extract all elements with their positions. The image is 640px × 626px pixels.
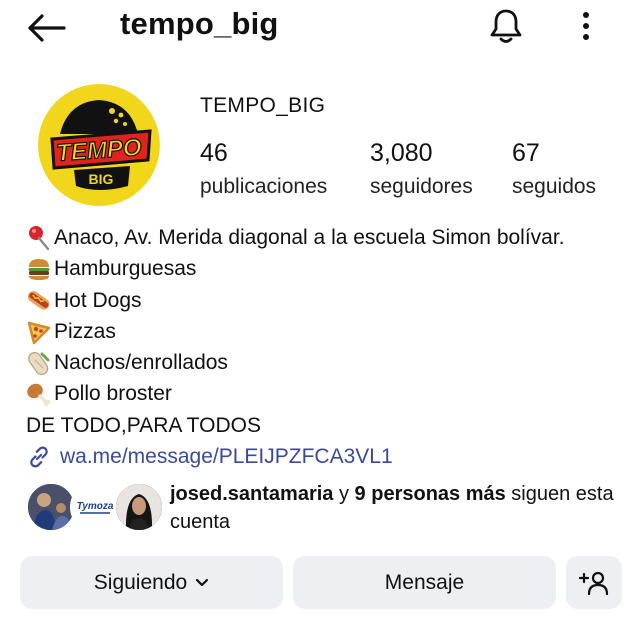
bio-link-text: wa.me/message/PLEIJPZFCA3VL1: [60, 445, 393, 469]
tempo-big-logo: TEMPO BIG: [38, 84, 160, 206]
more-options-button[interactable]: [570, 6, 602, 46]
bio-item-text: Nachos/enrollados: [54, 351, 228, 375]
followed-by[interactable]: Tymoza josed.santamaria y 9 personas más…: [26, 478, 626, 536]
bio-item: Hot Dogs: [26, 285, 626, 316]
display-name: TEMPO_BIG: [200, 94, 326, 117]
suggested-users-button[interactable]: [566, 556, 622, 609]
more-vertical-icon: [583, 12, 589, 40]
follower-avatar-image: [116, 484, 162, 530]
message-button-label: Mensaje: [384, 570, 465, 594]
bio-location: Anaco, Av. Merida diagonal a la escuela …: [26, 222, 626, 253]
bio-item: Pizzas: [26, 316, 626, 347]
avatar-logo-subtext: BIG: [89, 171, 114, 187]
profile-username: tempo_big: [120, 6, 279, 41]
bio-link[interactable]: wa.me/message/PLEIJPZFCA3VL1: [26, 441, 626, 472]
arrow-left-icon: [28, 14, 66, 42]
chevron-down-icon: [195, 578, 209, 588]
profile-avatar[interactable]: TEMPO BIG: [38, 84, 160, 206]
follower-avatar: [26, 482, 76, 532]
notifications-button[interactable]: [486, 6, 526, 46]
bio-item-text: Pollo broster: [54, 382, 172, 406]
follower-avatar: Tymoza: [70, 482, 120, 532]
bio-tagline: DE TODO,PARA TODOS: [26, 410, 626, 441]
bio-item: Hamburguesas: [26, 253, 626, 284]
top-bar: tempo_big: [0, 0, 640, 56]
bio-tagline-text: DE TODO,PARA TODOS: [26, 413, 261, 437]
drumstick-icon: [27, 383, 51, 407]
link-icon: [30, 446, 48, 468]
followed-by-connector: y: [333, 483, 355, 505]
add-user-icon: [579, 571, 609, 595]
following-count[interactable]: 67 seguidos: [512, 138, 596, 202]
bio-item-text: Pizzas: [54, 319, 116, 343]
burger-icon: [28, 258, 50, 280]
following-button-label: Siguiendo: [93, 570, 188, 594]
profile-bio: Anaco, Av. Merida diagonal a la escuela …: [26, 222, 626, 472]
followers-count-label: seguidores: [370, 175, 473, 198]
back-button[interactable]: [24, 10, 68, 46]
follower-avatar-logo: Tymoza: [72, 484, 118, 530]
following-count-value: 67: [512, 139, 540, 167]
message-button[interactable]: Mensaje: [293, 556, 556, 609]
followed-by-user[interactable]: josed.santamaria: [170, 483, 333, 505]
followed-by-others[interactable]: 9 personas más: [355, 483, 506, 505]
bio-item-text: Hot Dogs: [54, 288, 142, 312]
bio-item: Pollo broster: [26, 378, 626, 409]
followed-by-text: josed.santamaria y 9 personas más siguen…: [170, 480, 620, 536]
follower-avatar-image: [28, 484, 74, 530]
following-count-label: seguidos: [512, 175, 597, 198]
follower-avatar: [114, 482, 164, 532]
bio-item-text: Hamburguesas: [54, 257, 197, 281]
posts-count-value: 46: [200, 139, 228, 167]
following-button[interactable]: Siguiendo: [20, 556, 283, 609]
followers-count-value: 3,080: [370, 139, 433, 167]
follower-avatar-logo-text: Tymoza: [77, 501, 114, 512]
bio-location-text: Anaco, Av. Merida diagonal a la escuela …: [54, 226, 565, 249]
pin-icon: [29, 225, 50, 250]
bio-item: Nachos/enrollados: [26, 347, 626, 378]
burrito-icon: [28, 351, 50, 375]
hotdog-icon: [27, 291, 50, 310]
followers-count[interactable]: 3,080 seguidores: [370, 138, 473, 202]
posts-count[interactable]: 46 publicaciones: [200, 138, 327, 202]
posts-count-label: publicaciones: [200, 175, 328, 198]
bell-icon: [490, 9, 522, 43]
pizza-icon: [27, 321, 51, 344]
